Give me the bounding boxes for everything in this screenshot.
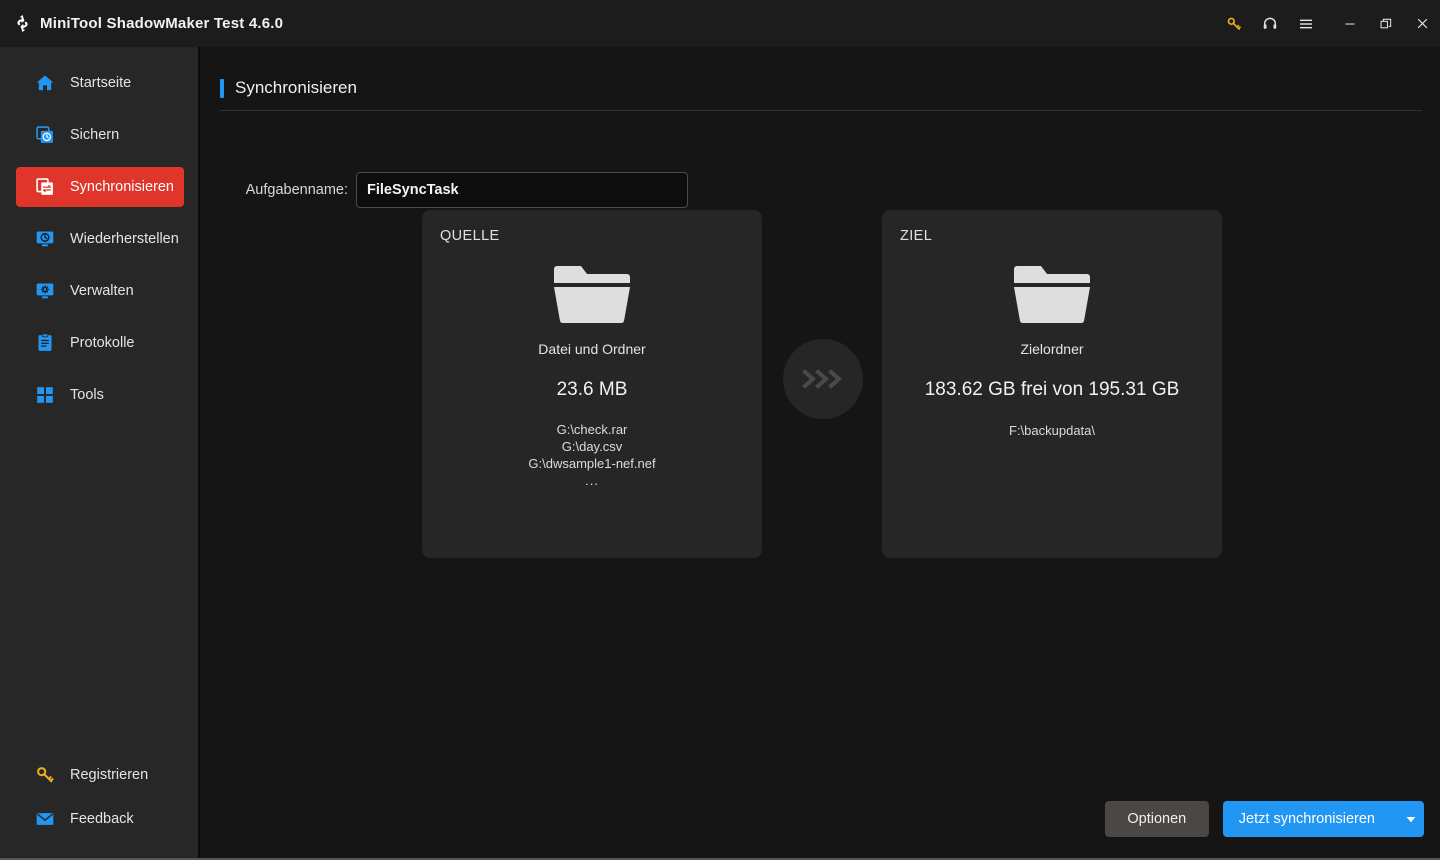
clipboard-log-icon [34,332,56,354]
restore-icon[interactable] [1368,0,1404,47]
target-kind: Zielordner [1020,341,1084,357]
sidebar-item-protokolle[interactable]: Protokolle [16,323,184,363]
target-caption: ZIEL [900,228,933,244]
key-icon[interactable] [1216,0,1252,47]
sidebar-item-label: Wiederherstellen [70,231,179,247]
task-name-label: Aufgabenname: [245,182,348,198]
sidebar-item-label: Feedback [70,811,134,827]
sidebar-nav-secondary: Registrieren Feedback [0,756,198,844]
source-path: G:\dwsample1-nef.nef [528,456,656,471]
sidebar-nav-primary: Startseite Sichern Synchronisieren Wiede… [0,47,198,415]
target-path: F:\backupdata\ [1009,423,1095,438]
sidebar-item-label: Tools [70,387,104,403]
sidebar-item-verwalten[interactable]: Verwalten [16,271,184,311]
target-body: Zielordner 183.62 GB frei von 195.31 GB … [882,256,1222,438]
source-path-list: G:\check.rar G:\day.csv G:\dwsample1-nef… [422,421,762,489]
sync-logo-icon [10,12,34,36]
sidebar-item-label: Registrieren [70,767,149,783]
sidebar-item-tools[interactable]: Tools [16,375,184,415]
window-controls [1216,0,1440,47]
restore-monitor-icon [34,228,56,250]
source-body: Datei und Ordner 23.6 MB G:\check.rar G:… [422,256,762,489]
manage-gear-monitor-icon [34,280,56,302]
grid-tools-icon [34,384,56,406]
backup-icon [34,124,56,146]
sync-icon [34,176,56,198]
home-icon [34,72,56,94]
source-path: G:\day.csv [561,439,623,454]
source-size: 23.6 MB [556,379,628,400]
sync-now-button-group: Jetzt synchronisieren [1222,801,1424,837]
folder-icon [554,266,630,324]
triple-chevron-right-icon [783,339,863,419]
sidebar-item-label: Startseite [70,75,132,91]
main-content: Synchronisieren Aufgabenname: QUELLE Dat… [202,47,1440,858]
page-header: Synchronisieren [220,78,1422,111]
sidebar-item-wiederherstellen[interactable]: Wiederherstellen [16,219,184,259]
sidebar-item-label: Synchronisieren [70,179,174,195]
app-window: MiniTool ShadowMaker Test 4.6.0 Startsei… [0,0,1440,860]
options-button[interactable]: Optionen [1104,801,1209,837]
target-capacity: 183.62 GB frei von 195.31 GB [924,379,1180,400]
sync-now-button[interactable]: Jetzt synchronisieren [1222,801,1397,837]
footer-actions: Optionen Jetzt synchronisieren [1104,801,1424,837]
header-divider [220,110,1422,111]
sidebar-item-startseite[interactable]: Startseite [16,63,184,103]
sidebar-item-feedback[interactable]: Feedback [16,800,184,838]
title-bar: MiniTool ShadowMaker Test 4.6.0 [0,0,1440,47]
key-icon [34,764,56,786]
app-title: MiniTool ShadowMaker Test 4.6.0 [40,15,284,32]
sidebar-item-sichern[interactable]: Sichern [16,115,184,155]
accent-bar [220,78,224,98]
source-kind: Datei und Ordner [538,341,646,357]
sidebar-item-label: Protokolle [70,335,135,351]
sidebar-item-label: Sichern [70,127,120,143]
source-path: G:\check.rar [556,422,628,437]
sidebar: Startseite Sichern Synchronisieren Wiede… [0,47,200,858]
envelope-icon [34,808,56,830]
source-caption: QUELLE [440,228,500,244]
hamburger-menu-icon[interactable] [1288,0,1324,47]
task-name-row: Aufgabenname: [226,172,688,208]
sidebar-item-label: Verwalten [70,283,134,299]
target-panel[interactable]: ZIEL Zielordner 183.62 GB frei von 195.3… [882,210,1222,558]
headset-icon[interactable] [1252,0,1288,47]
minimize-icon[interactable] [1332,0,1368,47]
sidebar-item-synchronisieren[interactable]: Synchronisieren [16,167,184,207]
sidebar-item-registrieren[interactable]: Registrieren [16,756,184,794]
source-path-more: ... [585,473,599,488]
page-title: Synchronisieren [235,78,357,97]
task-name-input[interactable] [356,172,688,208]
close-icon[interactable] [1404,0,1440,47]
page-header-row: Synchronisieren [220,78,1422,110]
source-panel[interactable]: QUELLE Datei und Ordner 23.6 MB G:\check… [422,210,762,558]
caret-down-icon[interactable] [1397,801,1424,837]
folder-icon [1014,266,1090,324]
